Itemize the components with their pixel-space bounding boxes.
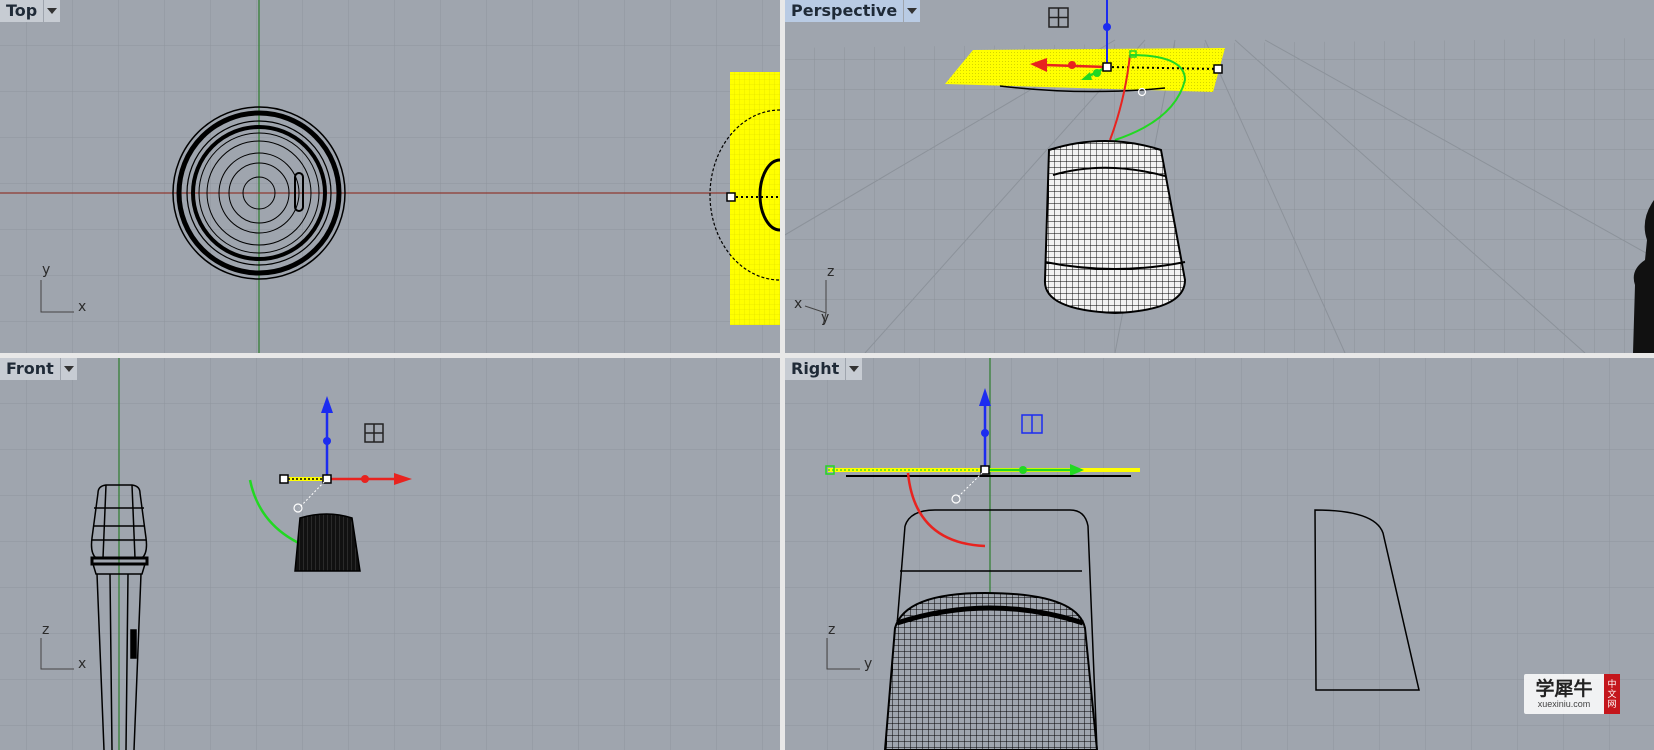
viewport-title-perspective[interactable]: Perspective <box>785 0 904 22</box>
viewport-right[interactable]: z y Right 学犀牛 xuexiniu.com 中 文 网 <box>785 358 1654 750</box>
right-axis-y-label: y <box>864 656 873 672</box>
watermark-en: xuexiniu.com <box>1537 699 1591 709</box>
tab-right-viewport[interactable]: Right <box>785 358 863 380</box>
top-view-canvas[interactable] <box>0 0 780 353</box>
perspective-cup-mesh[interactable] <box>1043 140 1187 315</box>
viewport-top[interactable]: y x Top <box>0 0 780 353</box>
tab-top-viewport[interactable]: Top <box>0 0 61 22</box>
perspective-gumball-center[interactable] <box>1102 62 1112 72</box>
perspective-axis-z-label: z <box>827 264 835 280</box>
viewport-perspective[interactable]: z x y Perspective <box>785 0 1654 353</box>
watermark-side: 中 文 网 <box>1604 674 1620 714</box>
tab-front-viewport[interactable]: Front <box>0 358 77 380</box>
tab-perspective-viewport[interactable]: Perspective <box>785 0 921 22</box>
perspective-axis-x-label: x <box>794 296 803 312</box>
viewport-front[interactable]: z x Front <box>0 358 780 750</box>
grid-icon[interactable] <box>1048 7 1069 28</box>
chevron-down-icon[interactable] <box>846 358 863 380</box>
top-control-point[interactable] <box>726 192 736 202</box>
top-axis-x-label: x <box>78 299 87 315</box>
perspective-axis-y-label: y <box>821 310 830 326</box>
front-cup-mesh[interactable] <box>294 513 361 572</box>
watermark-logo: 学犀牛 xuexiniu.com 中 文 网 <box>1524 674 1620 714</box>
viewport-title-top[interactable]: Top <box>0 0 44 22</box>
chevron-down-icon[interactable] <box>60 358 77 380</box>
front-axis-z-label: z <box>42 622 50 638</box>
chevron-down-icon[interactable] <box>44 0 61 22</box>
viewport-title-right[interactable]: Right <box>785 358 846 380</box>
right-axis-z-label: z <box>828 622 836 638</box>
watermark-cn: 学犀牛 <box>1535 678 1593 700</box>
chevron-down-icon[interactable] <box>904 0 921 22</box>
front-axis-x-label: x <box>78 656 87 672</box>
top-axis-y-label: y <box>42 262 51 278</box>
perspective-view-canvas[interactable] <box>785 0 1654 353</box>
viewport-title-front[interactable]: Front <box>0 358 60 380</box>
front-view-canvas[interactable] <box>0 358 780 750</box>
